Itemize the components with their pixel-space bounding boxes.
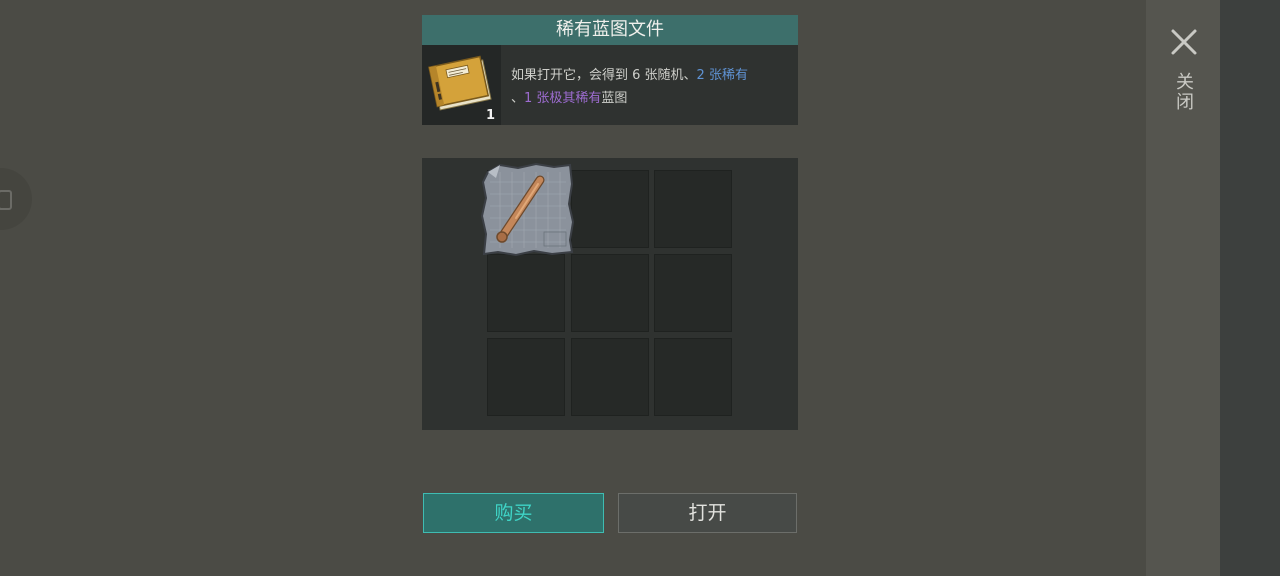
rare-count-text: 2 张稀有: [696, 68, 748, 83]
description-text: 如果打开它，会得到 6 张随机、: [511, 68, 697, 83]
description-separator: 、: [511, 91, 525, 106]
right-edge-panel: [1220, 0, 1280, 576]
grid-slot[interactable]: [571, 254, 649, 332]
grid-slot[interactable]: [654, 170, 732, 248]
item-count: 1: [485, 108, 495, 123]
description-suffix: 蓝图: [601, 91, 628, 106]
info-body: 1 如果打开它，会得到 6 张随机、2 张稀有、1 张极其稀有蓝图: [422, 45, 798, 125]
grid-slot[interactable]: [487, 338, 565, 416]
item-thumbnail: 1: [422, 45, 501, 125]
grid-slot[interactable]: [654, 338, 732, 416]
blueprint-info-card: 稀有蓝图文件 1 如果打开它，会得到 6 张随机、2 张稀有 、1 张极其稀有蓝…: [422, 15, 798, 125]
open-button[interactable]: 打开: [618, 493, 797, 533]
grid-slot[interactable]: [571, 170, 649, 248]
epic-count-text: 1 张极其稀有: [524, 91, 602, 106]
dialog-title: 稀有蓝图文件: [422, 15, 798, 45]
grid-slot[interactable]: [654, 254, 732, 332]
close-button-label[interactable]: 关闭: [1172, 72, 1196, 112]
buy-button[interactable]: 购买: [423, 493, 604, 533]
item-description: 如果打开它，会得到 6 张随机、2 张稀有、1 张极其稀有蓝图: [511, 64, 791, 110]
close-icon[interactable]: [1170, 28, 1198, 56]
floating-menu-bubble[interactable]: [0, 168, 32, 230]
grid-slot[interactable]: [571, 338, 649, 416]
blueprint-grid-panel: [422, 158, 798, 430]
game-screen: 关闭 稀有蓝图文件 1 如果打开它，会得到 6 张随机、2 张稀有 、1 张极其…: [0, 0, 1280, 576]
baseball-bat-blueprint-icon[interactable]: [480, 162, 574, 256]
blueprint-folder-icon: [428, 55, 492, 111]
grid-slot[interactable]: [487, 254, 565, 332]
square-icon: [0, 190, 12, 210]
